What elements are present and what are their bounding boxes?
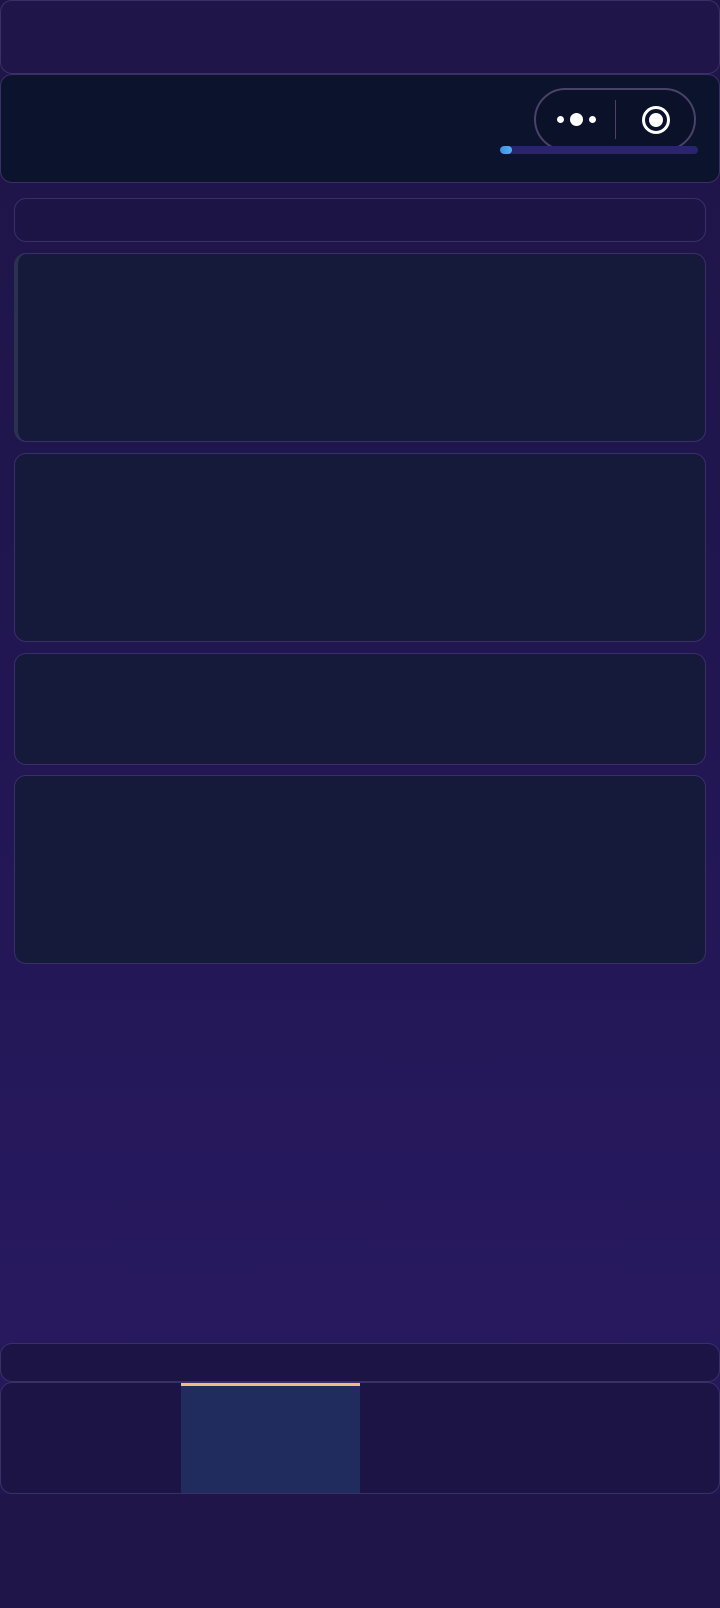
target-close-icon-core bbox=[649, 112, 663, 127]
content-card-2[interactable] bbox=[14, 453, 706, 642]
more-dots-icon-center bbox=[569, 113, 583, 126]
content-card-3[interactable] bbox=[14, 653, 706, 765]
tab-3[interactable] bbox=[360, 1383, 540, 1493]
footer-strip bbox=[0, 1343, 720, 1382]
tab-1[interactable] bbox=[1, 1383, 181, 1493]
content-card-4[interactable] bbox=[14, 775, 706, 964]
capsule-divider bbox=[615, 100, 616, 139]
active-tab-indicator bbox=[180, 1383, 360, 1386]
tab-2[interactable] bbox=[180, 1383, 360, 1493]
top-status-bar bbox=[0, 0, 720, 74]
target-close-icon bbox=[642, 105, 670, 134]
close-button[interactable] bbox=[618, 90, 694, 149]
progress-bar bbox=[500, 146, 698, 154]
search-strip[interactable] bbox=[14, 198, 706, 242]
progress-bar-fill bbox=[500, 146, 512, 154]
bottom-safe-area bbox=[0, 1494, 720, 1608]
more-dots-icon bbox=[556, 116, 564, 123]
bottom-tab-bar bbox=[0, 1382, 720, 1494]
more-dots-icon-right bbox=[588, 116, 596, 123]
mini-program-capsule bbox=[534, 88, 696, 151]
tab-4[interactable] bbox=[540, 1383, 720, 1493]
content-card-1[interactable] bbox=[14, 253, 706, 442]
more-menu-button[interactable] bbox=[536, 90, 616, 149]
